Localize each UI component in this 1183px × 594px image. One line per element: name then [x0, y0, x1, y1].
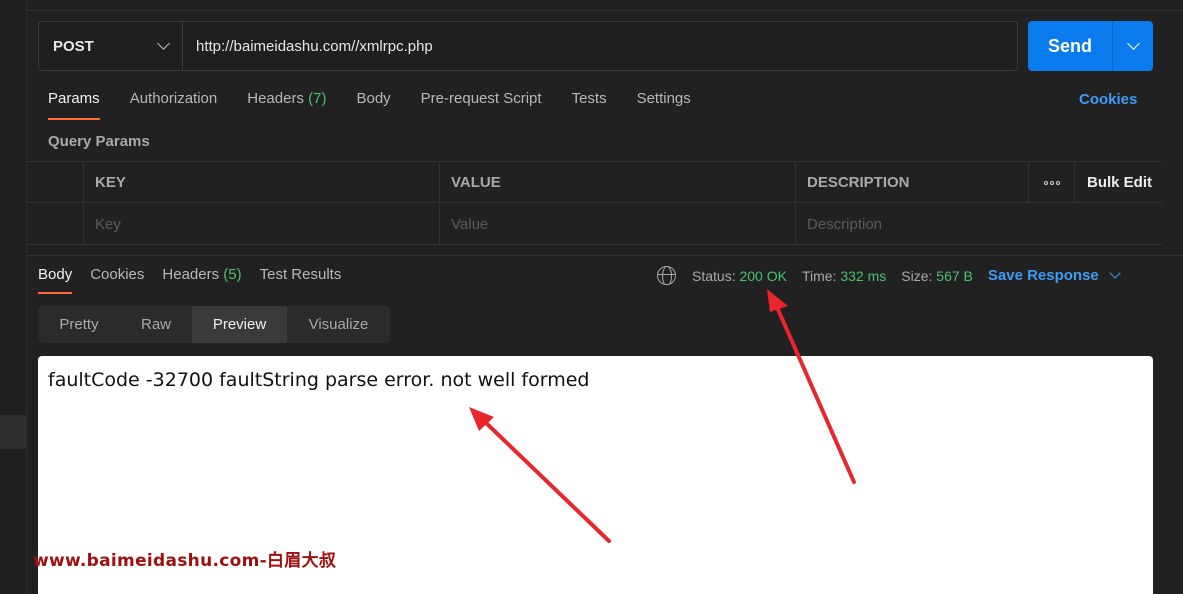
chevron-down-icon	[1126, 37, 1140, 50]
more-options-button[interactable]	[1028, 162, 1074, 203]
size-value: 567 B	[936, 267, 973, 284]
description-input[interactable]: Description	[795, 204, 1162, 245]
ellipsis-icon	[1043, 180, 1060, 185]
status-value: 200 OK	[739, 267, 787, 284]
view-mode-visualize[interactable]: Visualize	[287, 306, 390, 343]
cookies-link[interactable]: Cookies	[1079, 91, 1137, 108]
column-header-description: DESCRIPTION	[795, 162, 1028, 203]
chevron-down-icon	[1109, 267, 1121, 279]
top-divider	[27, 10, 1183, 11]
send-button[interactable]: Send	[1028, 21, 1113, 71]
response-status-bar: Status: 200 OK Time: 332 ms Size: 567 B …	[657, 266, 1121, 285]
tab-body[interactable]: Body	[356, 90, 390, 120]
request-bar: POST http://baimeidashu.com//xmlrpc.php	[38, 21, 1018, 71]
method-select[interactable]: POST	[39, 22, 183, 70]
tab-response-cookies[interactable]: Cookies	[90, 266, 144, 296]
watermark: www.baimeidashu.com-白眉大叔	[33, 551, 337, 571]
view-mode-raw[interactable]: Raw	[120, 306, 192, 343]
value-input[interactable]: Value	[439, 204, 795, 245]
column-header-value: VALUE	[439, 162, 795, 203]
preview-text: faultCode -32700 faultString parse error…	[48, 369, 590, 391]
request-tabs: Params Authorization Headers (7) Body Pr…	[48, 90, 721, 120]
send-options-button[interactable]	[1113, 21, 1153, 71]
query-params-title: Query Params	[48, 133, 150, 150]
tab-pre-request-script[interactable]: Pre-request Script	[421, 90, 542, 120]
time-stat[interactable]: Time: 332 ms	[802, 268, 886, 284]
method-label: POST	[53, 37, 94, 55]
send-button-group: Send	[1028, 21, 1153, 71]
response-tabs: Body Cookies Headers (5) Test Results	[38, 266, 359, 296]
tab-response-headers[interactable]: Headers (5)	[162, 266, 241, 296]
table-header-row: KEY VALUE DESCRIPTION Bulk Edit	[27, 162, 1162, 203]
sidebar-item[interactable]	[0, 415, 27, 449]
tab-response-body[interactable]: Body	[38, 266, 73, 296]
time-value: 332 ms	[840, 267, 887, 284]
table-row: Key Value Description	[27, 204, 1162, 245]
chevron-down-icon	[157, 37, 170, 50]
view-mode-toggle: Pretty Raw Preview Visualize	[38, 306, 390, 343]
save-response-button[interactable]: Save Response	[988, 267, 1121, 284]
view-mode-preview[interactable]: Preview	[192, 306, 287, 343]
tab-settings[interactable]: Settings	[637, 90, 691, 120]
tab-params[interactable]: Params	[48, 90, 100, 120]
tab-tests[interactable]: Tests	[572, 90, 607, 120]
tab-authorization[interactable]: Authorization	[130, 90, 218, 120]
url-input[interactable]: http://baimeidashu.com//xmlrpc.php	[183, 22, 1017, 70]
response-headers-count: (5)	[223, 266, 242, 283]
response-divider	[27, 255, 1183, 256]
params-table: KEY VALUE DESCRIPTION Bulk Edit Key Valu…	[27, 161, 1162, 245]
globe-icon[interactable]	[657, 266, 676, 285]
bulk-edit-button[interactable]: Bulk Edit	[1074, 162, 1162, 203]
view-mode-pretty[interactable]: Pretty	[38, 306, 120, 343]
status-stat[interactable]: Status: 200 OK	[692, 268, 787, 284]
column-header-key: KEY	[83, 162, 439, 203]
size-stat[interactable]: Size: 567 B	[901, 268, 973, 284]
left-gutter	[0, 0, 27, 594]
tab-headers[interactable]: Headers (7)	[247, 90, 326, 120]
tab-test-results[interactable]: Test Results	[260, 266, 342, 296]
key-input[interactable]: Key	[83, 204, 439, 245]
headers-count: (7)	[308, 90, 327, 107]
